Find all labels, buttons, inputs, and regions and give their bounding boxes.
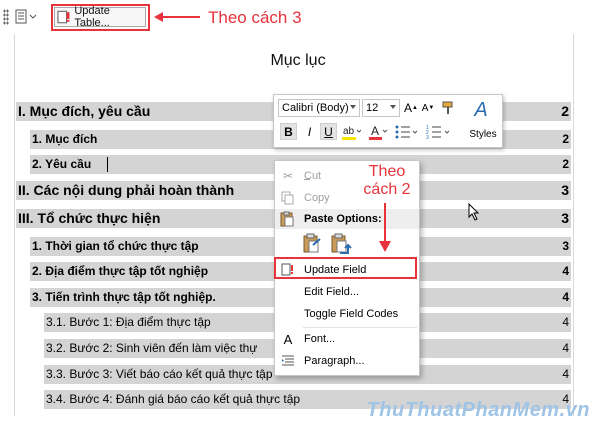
paste-options-header: Paste Options: [275,209,419,229]
toc-entry-page: 2 [562,132,569,146]
toc-entry-text: I. Mục đích, yêu cầu [18,103,151,119]
toc-entry-page: 4 [562,315,569,329]
bullets-icon[interactable] [393,123,421,140]
toc-title: Mục lục [270,52,326,69]
table-of-contents-dropdown[interactable] [13,8,39,26]
toc-entry-text: 3.3. Bước 3: Viết báo cáo kết quả thực t… [46,367,273,381]
arrow-left-icon [154,12,200,22]
font-color-icon[interactable]: A [367,122,389,141]
svg-text:A: A [371,124,379,138]
toc-entry-text: 3.2. Bước 2: Sinh viên đến làm việc thự [46,341,258,355]
toc-entry-page: 4 [562,290,569,304]
paragraph-icon [280,353,296,369]
toc-entry-text: 3.4. Bước 4: Đánh giá báo cáo kết quả th… [46,392,301,406]
annotation-method-2: Theo cách 2 [363,163,411,198]
mini-toolbar: Calibri (Body) 12 A ▲ A ▼ A Styles B I U a… [273,94,503,148]
toc-entry-page: 4 [562,264,569,278]
toc-entry-text: 1. Thời gian tổ chức thực tập [32,239,199,253]
italic-button[interactable]: I [301,123,318,140]
toc-entry-text: 3.1. Bước 1: Địa điểm thực tập [46,315,211,329]
toc-entry-text: 2. Yêu cầu [32,157,92,171]
menu-item-paragraph[interactable]: Paragraph... [275,350,419,372]
chevron-down-icon [390,105,396,109]
paste-merge-formatting-icon[interactable] [330,233,352,255]
toc-entry-page: 4 [562,367,569,381]
paste-keep-formatting-icon[interactable] [302,233,324,255]
font-name-value: Calibri (Body) [282,102,349,114]
format-painter-icon[interactable] [439,99,457,117]
toc-entry-page: 4 [562,341,569,355]
toc-entry-text: 3. Tiến trình thực tập tốt nghiệp. [32,290,216,304]
watermark: ThuThuatPhanMem.vn [366,399,590,421]
grow-font-icon[interactable]: A ▲ [404,100,418,116]
font-size-value: 12 [366,102,379,114]
toc-control-toolbar [3,6,39,28]
shrink-font-icon[interactable]: A ▼ [421,100,435,116]
clipboard-icon [280,211,294,230]
svg-text:3: 3 [426,135,429,140]
drag-handle-icon[interactable] [3,9,9,25]
toc-entry-page: 2 [562,157,569,171]
chevron-down-icon [350,105,356,109]
menu-item-font[interactable]: A Font... [275,328,419,350]
copy-icon [280,190,296,206]
text-caret [107,157,108,172]
underline-button[interactable]: U [320,123,337,140]
font-name-combo[interactable]: Calibri (Body) [278,99,360,117]
highlight-color-icon[interactable]: ab [340,122,362,141]
highlight-box-update-table [51,4,150,31]
toc-entry-text: II. Các nội dung phải hoàn thành [18,182,235,198]
toc-entry-page: 3 [561,182,569,198]
mouse-pointer-icon [468,203,480,221]
toc-entry-page: 3 [562,239,569,253]
document-icon [15,9,27,24]
toc-entry-text: III. Tổ chức thực hiện [18,210,161,226]
highlight-box-update-field [274,257,417,279]
toc-entry-page: 3 [561,210,569,226]
mnemonic-underline [304,179,310,180]
font-icon: A [283,331,293,347]
toc-entry-page: 2 [561,103,569,119]
bold-button[interactable]: B [280,123,297,140]
toc-entry-text: 1. Mục đích [32,132,98,146]
numbering-icon[interactable]: 123 [425,123,455,140]
toc-entry-text: 2. Địa điểm thực tập tốt nghiệp [32,264,209,278]
font-size-combo[interactable]: 12 [362,99,400,117]
svg-text:ab: ab [343,126,355,137]
chevron-down-icon [29,14,37,19]
annotation-method-3: Theo cách 3 [208,8,302,27]
menu-item-edit-field[interactable]: Edit Field... [275,281,419,303]
arrow-down-icon [379,203,391,252]
styles-label[interactable]: Styles [466,127,500,141]
scissors-icon: ✂ [282,169,294,183]
styles-icon[interactable]: A [466,97,496,123]
menu-item-toggle-field-codes[interactable]: Toggle Field Codes [275,303,419,325]
